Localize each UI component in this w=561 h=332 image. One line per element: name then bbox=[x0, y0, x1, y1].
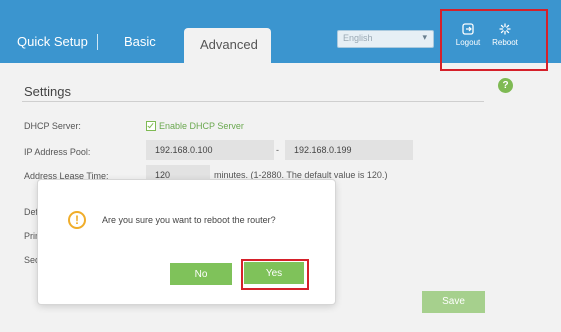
warning-icon: ! bbox=[68, 211, 86, 229]
language-selected: English bbox=[343, 33, 373, 43]
tab-advanced[interactable]: Advanced bbox=[200, 37, 258, 52]
dialog-message: Are you sure you want to reboot the rout… bbox=[102, 215, 276, 225]
default-gateway-label: Def bbox=[24, 207, 39, 217]
tab-quick-setup[interactable]: Quick Setup bbox=[17, 34, 88, 49]
ip-pool-end-field[interactable]: 192.168.0.199 bbox=[285, 140, 413, 160]
highlight-box-toolbar bbox=[440, 9, 548, 71]
tab-basic[interactable]: Basic bbox=[124, 34, 156, 49]
language-select[interactable]: English ▾ bbox=[337, 30, 434, 48]
no-button[interactable]: No bbox=[170, 263, 232, 285]
tab-separator bbox=[97, 34, 98, 50]
save-button[interactable]: Save bbox=[422, 291, 485, 313]
highlight-box-yes bbox=[241, 259, 309, 290]
help-icon[interactable]: ? bbox=[498, 78, 513, 93]
page-title: Settings bbox=[24, 84, 71, 99]
lease-time-note: minutes. (1-2880. The default value is 1… bbox=[214, 170, 388, 180]
enable-dhcp-label[interactable]: Enable DHCP Server bbox=[159, 121, 244, 131]
enable-dhcp-checkbox[interactable] bbox=[146, 121, 156, 131]
chevron-down-icon: ▾ bbox=[422, 32, 427, 42]
dhcp-server-label: DHCP Server: bbox=[24, 121, 81, 131]
ip-pool-label: IP Address Pool: bbox=[24, 147, 91, 157]
ip-pool-separator: - bbox=[276, 145, 279, 155]
title-divider bbox=[22, 101, 484, 102]
ip-pool-start-field[interactable]: 192.168.0.100 bbox=[146, 140, 274, 160]
